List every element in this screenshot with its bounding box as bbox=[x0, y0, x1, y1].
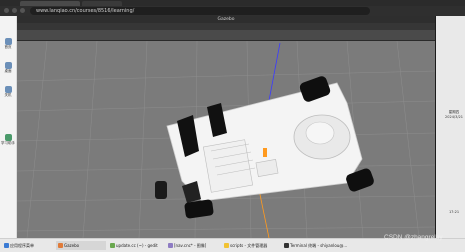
select-arrow-icon[interactable] bbox=[23, 32, 29, 47]
rotate-icon[interactable] bbox=[41, 32, 47, 47]
translate-icon[interactable] bbox=[32, 32, 38, 47]
box-shape-icon[interactable] bbox=[80, 32, 86, 47]
color-orange-icon[interactable] bbox=[172, 32, 178, 47]
sidebar: 首页 桌面 关机 学习助手 bbox=[0, 16, 17, 238]
3d-viewport[interactable] bbox=[17, 41, 435, 238]
browser-address-bar: www.lanqiao.cn/courses/8516/learning/ bbox=[0, 6, 465, 16]
sidebar-item-desktop[interactable]: 桌面 bbox=[0, 62, 16, 74]
scene-canvas bbox=[17, 41, 435, 238]
taskbar-item-label: 应用程序菜单 bbox=[10, 243, 34, 248]
forward-icon[interactable] bbox=[12, 8, 17, 13]
sidebar-item-shutdown[interactable]: 关机 bbox=[0, 86, 16, 98]
taskbar-item-label: [nav.cnc* - 图像] bbox=[174, 243, 207, 248]
back-icon[interactable] bbox=[4, 8, 9, 13]
date-text: 2024/3/21 bbox=[445, 115, 463, 119]
wheel-front-left bbox=[155, 181, 167, 199]
taskbar-item-label: scripts - 文件管理器 bbox=[230, 243, 268, 248]
taskbar-item-label: Gazebo bbox=[64, 243, 80, 248]
url-input[interactable]: www.lanqiao.cn/courses/8516/learning/ bbox=[30, 7, 370, 15]
desktop-right-panel bbox=[436, 16, 465, 238]
taskbar-item-image[interactable]: [nav.cnc* - 图像] bbox=[166, 241, 220, 250]
paste-icon[interactable] bbox=[144, 32, 150, 47]
sidebar-item-home[interactable]: 首页 bbox=[0, 38, 16, 50]
snap-icon[interactable] bbox=[163, 32, 169, 46]
time-text: 17:21 bbox=[448, 210, 460, 214]
toolbar bbox=[17, 30, 435, 47]
screenshot-icon[interactable] bbox=[415, 32, 421, 46]
record-icon[interactable] bbox=[424, 32, 430, 46]
terminal-icon bbox=[284, 243, 289, 248]
undo-icon[interactable] bbox=[61, 32, 67, 47]
power-icon bbox=[4, 86, 12, 93]
gazebo-window: Gazebo File Edit Camera View Window Help bbox=[17, 16, 435, 238]
gazebo-icon bbox=[58, 243, 63, 248]
date-widget: 星期四 2024/3/21 bbox=[444, 110, 464, 120]
taskbar-item-label: update.cc (~) - gedit bbox=[116, 243, 158, 248]
window-title: Gazebo bbox=[17, 16, 435, 23]
home-icon bbox=[4, 38, 12, 45]
lidar-top bbox=[305, 121, 335, 145]
cylinder-shape-icon[interactable] bbox=[98, 32, 104, 47]
sidebar-item-label: 关机 bbox=[4, 93, 12, 97]
spot-light-icon[interactable] bbox=[117, 32, 123, 47]
gedit-icon bbox=[110, 243, 115, 248]
assistant-icon bbox=[4, 134, 12, 141]
app-menu-icon bbox=[4, 243, 9, 248]
taskbar-item-gazebo[interactable]: Gazebo bbox=[56, 241, 106, 250]
battery-box bbox=[255, 159, 279, 177]
image-icon bbox=[168, 243, 173, 248]
taskbar-item-terminal[interactable]: Terminal 终端 - shiyanlou@... bbox=[282, 241, 350, 250]
sphere-shape-icon[interactable] bbox=[89, 32, 95, 47]
desktop-icon bbox=[4, 62, 12, 69]
scale-icon[interactable] bbox=[50, 32, 56, 47]
directional-light-icon[interactable] bbox=[125, 32, 131, 47]
sidebar-item-label: 桌面 bbox=[4, 69, 12, 73]
clock-widget: 17:21 bbox=[444, 210, 464, 215]
copy-icon[interactable] bbox=[136, 32, 142, 47]
taskbar-app-menu[interactable]: 应用程序菜单 bbox=[2, 241, 54, 250]
point-light-icon[interactable] bbox=[109, 32, 115, 46]
watermark: CSDN @zhangrelay bbox=[384, 234, 443, 241]
sidebar-item-label: 学习助手 bbox=[1, 141, 15, 145]
align-icon[interactable] bbox=[155, 32, 161, 46]
folder-icon bbox=[224, 243, 229, 248]
sensor-marker bbox=[263, 148, 267, 157]
taskbar-item-file-manager[interactable]: scripts - 文件管理器 bbox=[222, 241, 280, 250]
menu-bar: File Edit Camera View Window Help bbox=[17, 23, 435, 39]
redo-icon[interactable] bbox=[69, 32, 75, 47]
refresh-icon[interactable] bbox=[20, 8, 25, 13]
taskbar-item-gedit[interactable]: update.cc (~) - gedit bbox=[108, 241, 164, 250]
sidebar-item-assistant[interactable]: 学习助手 bbox=[0, 134, 16, 146]
taskbar-item-label: Terminal 终端 - shiyanlou@... bbox=[290, 243, 348, 248]
sidebar-item-label: 首页 bbox=[4, 45, 12, 49]
screen: www.lanqiao.cn/courses/8516/learning/ 首页… bbox=[0, 0, 465, 252]
